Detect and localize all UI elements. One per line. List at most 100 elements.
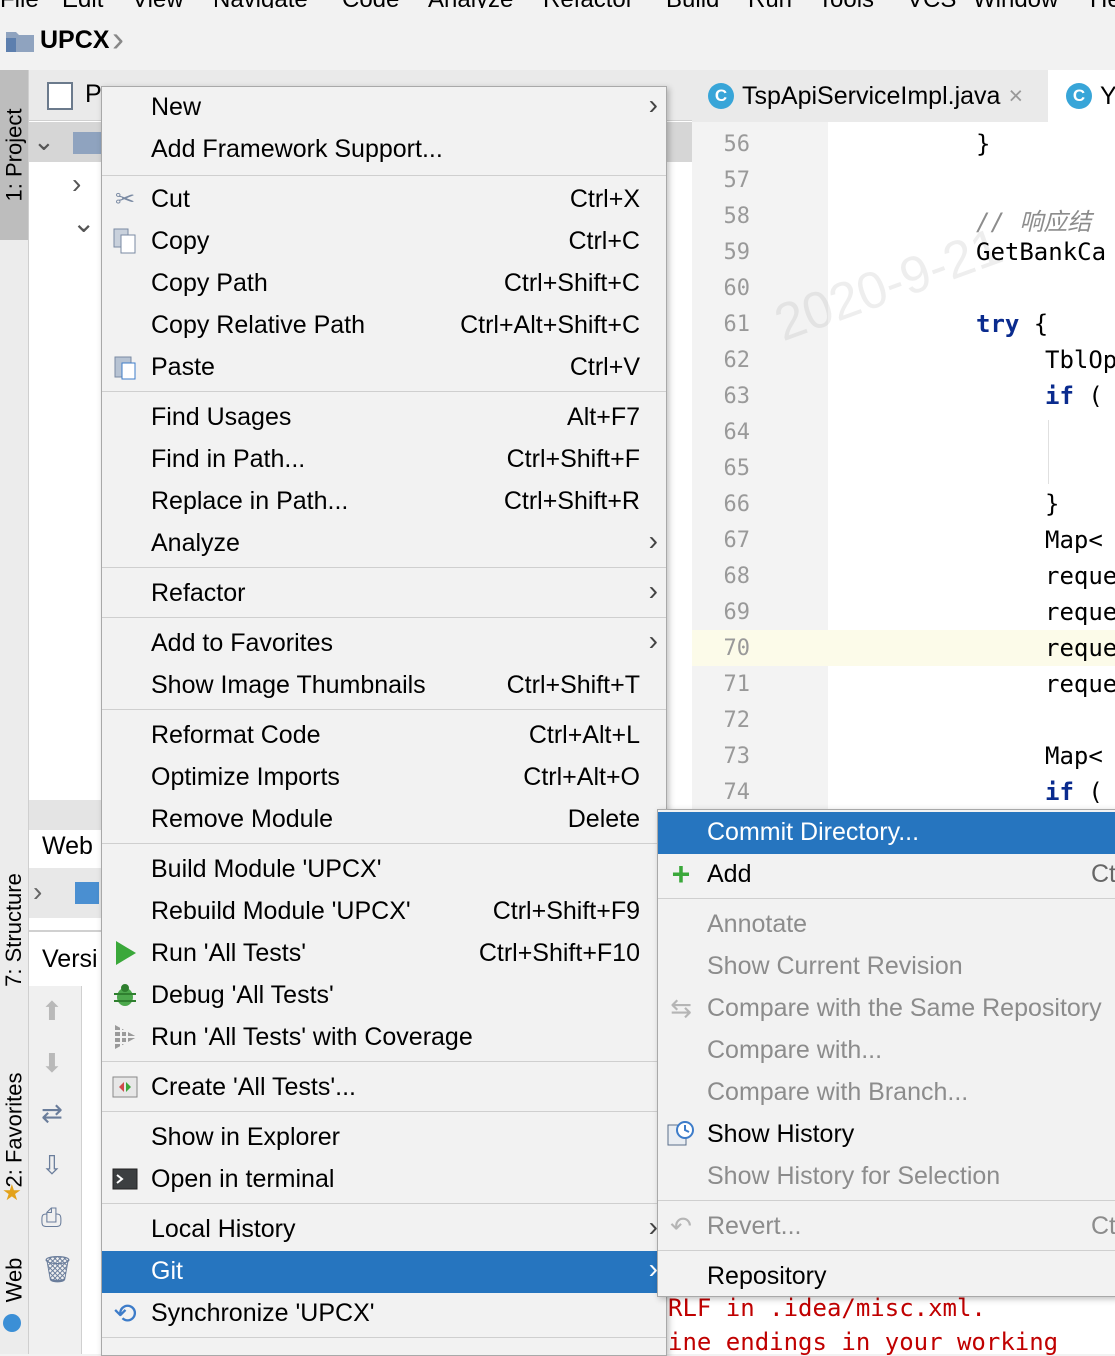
menu-item-reformat-code[interactable]: Reformat Code Ctrl+Alt+L [102,715,666,757]
menu-item-optimize-imports[interactable]: Optimize Imports Ctrl+Alt+O [102,757,666,799]
import-icon[interactable]: ⇩ [41,1150,63,1181]
menu-item-debug-all-tests[interactable]: Debug 'All Tests' [102,975,666,1017]
menu-item-remove-module[interactable]: Remove Module Delete [102,799,666,841]
print-icon[interactable]: ⎙ [41,1202,62,1234]
menu-item-commit-directory[interactable]: Commit Directory... [658,812,1115,854]
menu-item-label: Show History [707,1120,855,1148]
menu-item-run-with-coverage[interactable]: Run 'All Tests' with Coverage [102,1017,666,1059]
menu-item-label: Show Image Thumbnails [151,671,426,699]
menu-help[interactable]: Help [1090,0,1115,8]
menu-item-add-framework-support[interactable]: Add Framework Support... [102,129,666,171]
menu-item-label: Add to Favorites [151,629,334,657]
menu-tools[interactable]: Tools [818,0,874,8]
menu-item-repository[interactable]: Repository [658,1256,1115,1298]
copy-icon [110,226,140,256]
menu-item-compare-same-repository[interactable]: ⇆ Compare with the Same Repository [658,988,1115,1030]
menu-item-label: Replace in Path... [151,487,349,515]
menu-separator [102,1203,666,1204]
menu-item-label: Copy [151,227,210,255]
breadcrumb-chevron-icon: › [112,18,124,59]
menu-item-revert[interactable]: ↶ Revert... Ct [658,1206,1115,1248]
menu-item-build-module[interactable]: Build Module 'UPCX' [102,849,666,891]
menu-run[interactable]: Run [748,0,792,8]
tool-tab-web[interactable]: Web [0,1235,28,1325]
line-number: 66 [723,492,751,517]
menu-item-compare-with-branch[interactable]: Compare with Branch... [658,1072,1115,1114]
menu-item-show-image-thumbnails[interactable]: Show Image Thumbnails Ctrl+Shift+T [102,665,666,707]
menu-item-paste[interactable]: Paste Ctrl+V [102,347,666,389]
web-globe-icon [3,1314,21,1332]
menu-code[interactable]: Code [342,0,399,8]
menu-item-new[interactable]: New › [102,87,666,129]
submenu-arrow-icon: › [648,575,658,606]
menu-item-label: Rebuild Module 'UPCX' [151,897,411,925]
menu-item-show-history-selection[interactable]: Show History for Selection [658,1156,1115,1198]
line-number: 61 [723,312,751,337]
menu-analyze[interactable]: Analyze [428,0,513,8]
menu-item-show-history[interactable]: Show History [658,1114,1115,1156]
menu-item-add[interactable]: + Add Ct [658,854,1115,896]
menu-item-add-to-favorites[interactable]: Add to Favorites › [102,623,666,665]
menu-item-shortcut: Ctrl+Shift+R [503,487,640,515]
menu-file[interactable]: File [0,0,39,8]
tree-collapse-icon[interactable]: ⌄ [72,206,95,239]
menu-build[interactable]: Build [666,0,719,8]
project-panel-title[interactable]: P [85,80,102,109]
sync-icon[interactable]: ⇄ [41,1098,63,1129]
menu-view[interactable]: View [132,0,184,8]
menu-item-run-all-tests[interactable]: Run 'All Tests' Ctrl+Shift+F10 [102,933,666,975]
tree-expand-icon[interactable]: › [33,876,42,908]
menu-item-label: Synchronize 'UPCX' [151,1299,375,1327]
menu-edit[interactable]: Edit [62,0,103,8]
web-tree-row[interactable]: › [29,868,101,918]
code-line: reque [1045,634,1115,662]
menu-window[interactable]: Window [973,0,1058,8]
menu-item-find-in-path[interactable]: Find in Path... Ctrl+Shift+F [102,439,666,481]
menu-item-create-tests[interactable]: Create 'All Tests'... [102,1067,666,1109]
menu-item-local-history[interactable]: Local History › [102,1209,666,1251]
tool-tab-structure[interactable]: 7: Structure [0,840,28,1020]
line-number: 60 [723,276,751,301]
project-view-icon[interactable] [47,82,73,110]
menu-item-replace-in-path[interactable]: Replace in Path... Ctrl+Shift+R [102,481,666,523]
editor-tab-tspapiserviceimpl[interactable]: C TspApiServiceImpl.java × [708,70,1023,122]
tree-collapse-icon[interactable]: ⌄ [33,126,55,157]
menu-item-rebuild-module[interactable]: Rebuild Module 'UPCX' Ctrl+Shift+F9 [102,891,666,933]
menu-item-show-in-explorer[interactable]: Show in Explorer [102,1117,666,1159]
tree-expand-icon[interactable]: › [72,168,81,200]
menu-item-copy[interactable]: Copy Ctrl+C [102,221,666,263]
menu-item-show-current-revision[interactable]: Show Current Revision [658,946,1115,988]
code-line: } [1045,490,1060,518]
menu-item-find-usages[interactable]: Find Usages Alt+F7 [102,397,666,439]
menu-item-label: Refactor [151,579,246,607]
menu-item-cut[interactable]: ✂ Cut Ctrl+X [102,179,666,221]
editor-tab-second[interactable]: C Y [1066,70,1115,122]
arrow-down-icon[interactable]: ⬇ [41,1048,63,1079]
close-tab-icon[interactable]: × [1008,82,1023,111]
code-text: ( [1073,382,1103,410]
breadcrumb-project[interactable]: UPCX [40,26,109,55]
line-number: 71 [723,672,751,697]
line-number: 63 [723,384,751,409]
menu-separator [658,1250,1115,1251]
menu-item-open-in-terminal[interactable]: Open in terminal [102,1159,666,1201]
menu-item-synchronize[interactable]: ⟲ Synchronize 'UPCX' [102,1293,666,1335]
menu-navigate[interactable]: Navigate [213,0,308,8]
menu-item-copy-path[interactable]: Copy Path Ctrl+Shift+C [102,263,666,305]
menu-item-annotate[interactable]: Annotate [658,904,1115,946]
menu-item-analyze[interactable]: Analyze › [102,523,666,565]
menu-item-refactor[interactable]: Refactor › [102,573,666,615]
menu-vcs[interactable]: VCS [907,0,956,8]
menu-item-copy-relative-path[interactable]: Copy Relative Path Ctrl+Alt+Shift+C [102,305,666,347]
menu-item-shortcut: Ctrl+Alt+O [523,763,640,791]
arrow-up-icon[interactable]: ⬆ [41,996,63,1027]
menu-separator [102,843,666,844]
favorites-star-icon: ★ [2,1180,22,1205]
tool-tab-project[interactable]: 1: Project [0,70,28,240]
menu-refactor[interactable]: Refactor [543,0,634,8]
menu-item-git[interactable]: Git › [102,1251,666,1293]
trash-icon[interactable]: 🗑 [41,1254,74,1285]
code-line: reque [1045,598,1115,626]
menu-item-compare-with[interactable]: Compare with... [658,1030,1115,1072]
line-number: 69 [723,600,751,625]
